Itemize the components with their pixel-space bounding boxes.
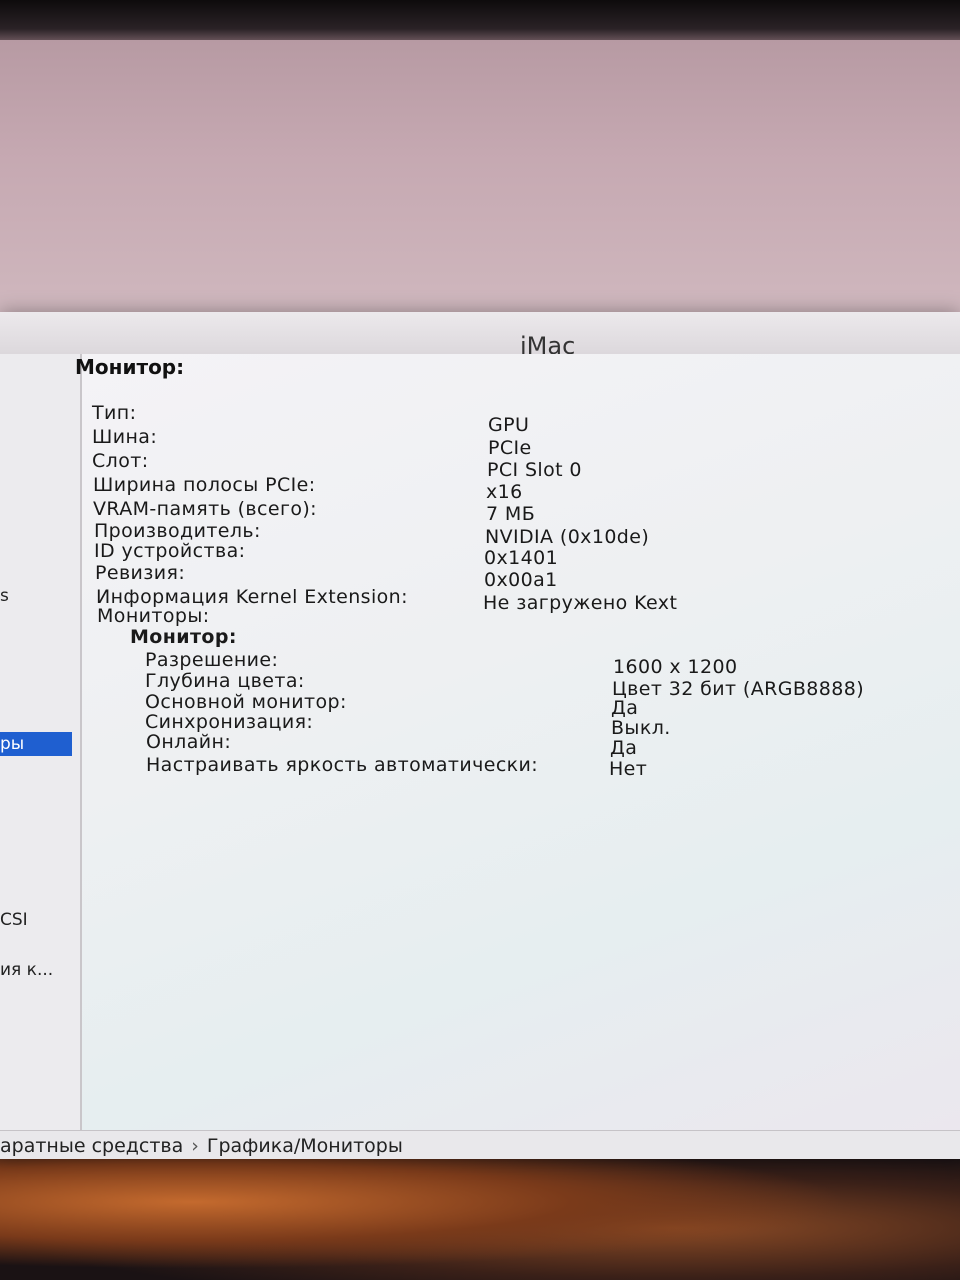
sidebar-item[interactable]: s: [0, 586, 9, 606]
section-title: Монитор:: [75, 355, 185, 379]
prop-value-mirror: Выкл.: [611, 717, 671, 739]
prop-label-auto-brightness: Настраивать яркость автоматически:: [146, 754, 539, 776]
sidebar-item[interactable]: CSI: [0, 910, 28, 930]
prop-label-color-depth: Глубина цвета:: [145, 670, 305, 692]
prop-value-device-id: 0x1401: [484, 547, 559, 569]
sidebar[interactable]: s ры CSI ия к...: [0, 354, 82, 1130]
prop-label-main-display: Основной монитор:: [145, 691, 347, 713]
prop-value-online: Да: [610, 737, 638, 759]
prop-value-color-depth: Цвет 32 бит (ARGB8888): [612, 678, 865, 700]
desktop-wallpaper-bottom: [0, 1150, 960, 1280]
prop-value-slot: PCI Slot 0: [487, 459, 582, 481]
prop-label-type: Тип:: [92, 402, 137, 424]
prop-value-pcie-width: x16: [486, 481, 523, 503]
prop-label-online: Онлайн:: [146, 731, 232, 753]
prop-label-mirror: Синхронизация:: [145, 711, 314, 733]
prop-value-type: GPU: [488, 414, 530, 436]
prop-value-vram: 7 МБ: [486, 503, 536, 525]
prop-label-slot: Слот:: [92, 450, 149, 472]
prop-label-bus: Шина:: [92, 426, 158, 448]
desktop-wallpaper: [0, 40, 960, 340]
path-segment-hardware[interactable]: аратные средства: [0, 1135, 183, 1157]
prop-label-device-id: ID устройства:: [94, 540, 246, 562]
prop-value-vendor: NVIDIA (0x10de): [485, 526, 650, 548]
window-titlebar[interactable]: iMac: [0, 312, 960, 360]
monitor-subtitle: Монитор:: [130, 626, 237, 648]
prop-label-revision: Ревизия:: [95, 562, 186, 584]
chevron-right-icon: ›: [191, 1135, 199, 1157]
prop-value-revision: 0x00a1: [484, 569, 558, 591]
path-segment-graphics[interactable]: Графика/Мониторы: [207, 1135, 403, 1157]
prop-label-vram: VRAM-память (всего):: [93, 498, 317, 520]
prop-value-resolution: 1600 x 1200: [613, 656, 738, 678]
prop-value-main-display: Да: [611, 697, 639, 719]
sidebar-item-selected[interactable]: ры: [0, 732, 72, 756]
prop-label-monitors: Мониторы:: [97, 605, 210, 627]
prop-label-vendor: Производитель:: [94, 520, 261, 542]
prop-label-resolution: Разрешение:: [145, 649, 279, 671]
path-bar: аратные средства › Графика/Мониторы: [0, 1130, 960, 1159]
prop-value-bus: PCIe: [488, 437, 532, 459]
prop-value-auto-brightness: Нет: [609, 758, 648, 780]
sidebar-item[interactable]: ия к...: [0, 960, 53, 980]
prop-value-kext: Не загружено Kext: [483, 592, 678, 614]
prop-label-pcie-width: Ширина полосы PCIe:: [93, 474, 316, 496]
